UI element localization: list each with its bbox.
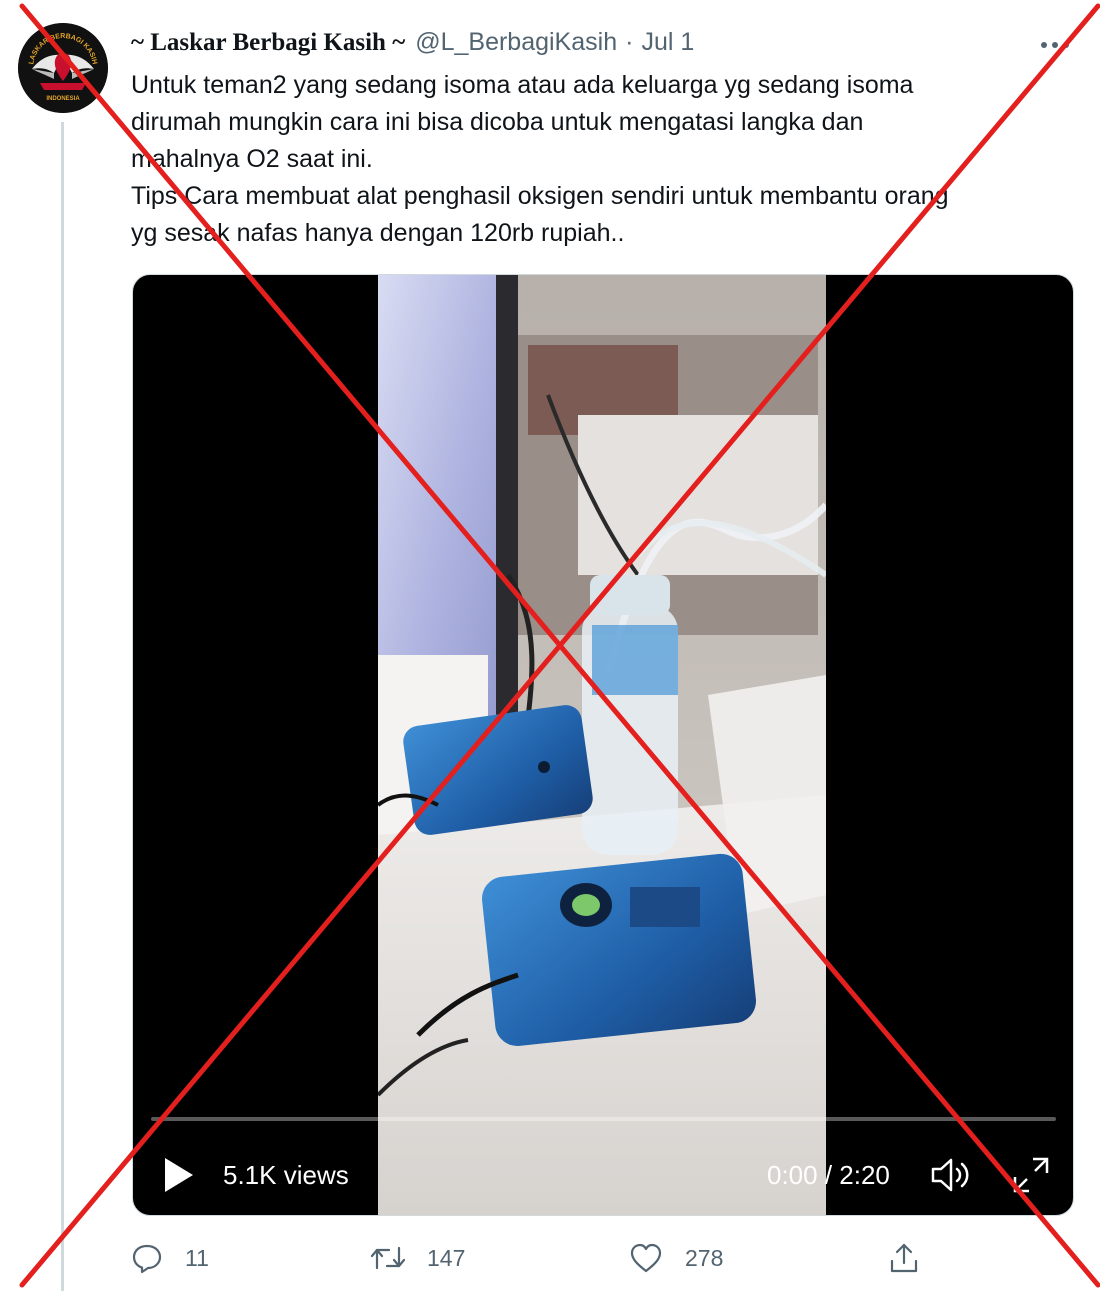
tweet-text-line: Untuk teman2 yang sedang isoma atau ada … <box>131 71 914 99</box>
like-count: 278 <box>685 1244 724 1271</box>
view-count: 5.1K views <box>223 1160 349 1190</box>
video-progress-bar[interactable] <box>151 1117 1056 1121</box>
tweet-text-line: dirumah mungkin cara ini bisa dicoba unt… <box>131 108 864 136</box>
reply-count: 11 <box>185 1244 209 1271</box>
reply-icon <box>132 1244 162 1274</box>
display-name[interactable]: ~ Laskar Berbagi Kasih ~ <box>131 29 405 57</box>
retweet-button[interactable]: 147 <box>369 1236 465 1280</box>
tweet-text-line: mahalnya O2 saat ini. <box>131 145 373 173</box>
play-icon <box>165 1158 193 1192</box>
avatar[interactable]: LASKAR BERBAGI KASIH INDONESIA <box>18 23 108 113</box>
video-controls: 5.1K views 0:00 / 2:20 <box>133 1145 1073 1205</box>
volume-icon <box>931 1158 969 1192</box>
video-still-image <box>378 275 826 1215</box>
avatar-text-bottom: INDONESIA <box>46 96 80 102</box>
heart-icon <box>630 1243 662 1273</box>
more-icon <box>1041 42 1069 48</box>
fullscreen-icon <box>1013 1157 1049 1193</box>
share-icon <box>890 1243 918 1273</box>
tweet-date[interactable]: Jul 1 <box>641 28 694 57</box>
play-button[interactable] <box>161 1155 197 1195</box>
tweet-actions: 11 147 278 <box>131 1236 931 1280</box>
tweet-text-line: Tips Cara membuat alat penghasil oksigen… <box>131 182 949 210</box>
more-options-button[interactable] <box>1040 38 1070 50</box>
retweet-count: 147 <box>427 1244 466 1271</box>
share-button[interactable] <box>887 1236 921 1280</box>
volume-button[interactable] <box>929 1155 975 1195</box>
avatar-logo: LASKAR BERBAGI KASIH INDONESIA <box>18 23 108 113</box>
like-button[interactable]: 278 <box>629 1236 723 1280</box>
retweet-icon <box>370 1246 406 1270</box>
header-separator: · <box>625 28 634 56</box>
tweet-text-line: yg sesak nafas hanya dengan 120rb rupiah… <box>131 219 625 247</box>
video-frame[interactable] <box>378 275 826 1215</box>
thread-line <box>61 122 64 1291</box>
tweet-text: Untuk teman2 yang sedang isoma atau ada … <box>131 67 1091 252</box>
user-handle[interactable]: @L_BerbagiKasih <box>415 28 617 57</box>
reply-button[interactable]: 11 <box>131 1236 209 1280</box>
video-player[interactable]: 5.1K views 0:00 / 2:20 <box>132 274 1074 1216</box>
fullscreen-button[interactable] <box>1011 1155 1051 1195</box>
video-time: 0:00 / 2:20 <box>767 1160 890 1190</box>
tweet-header: ~ Laskar Berbagi Kasih ~ @L_BerbagiKasih… <box>131 28 694 62</box>
